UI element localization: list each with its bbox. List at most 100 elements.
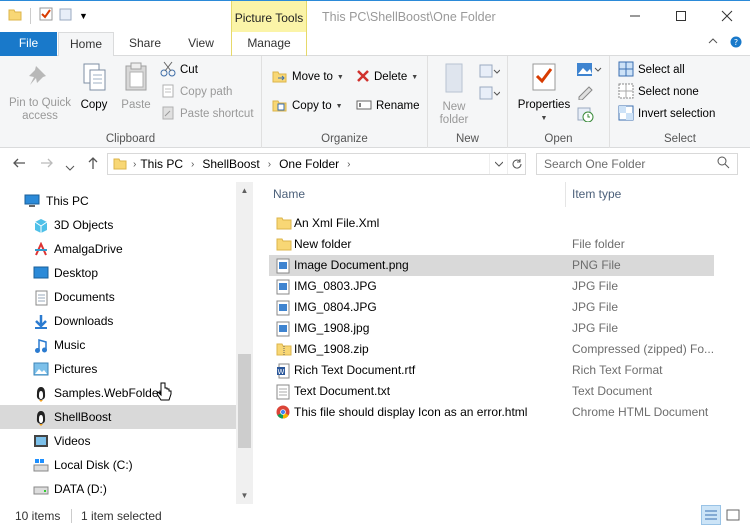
history-icon[interactable] <box>576 106 596 125</box>
nav-item-videos[interactable]: Videos <box>0 429 236 453</box>
image-file-icon <box>276 321 290 340</box>
scroll-down-arrow-icon[interactable]: ▼ <box>236 487 253 504</box>
breadcrumb-shellboost[interactable]: ShellBoost <box>202 157 259 171</box>
folder-icon[interactable] <box>8 7 22 24</box>
breadcrumb-chevron-icon[interactable]: › <box>191 159 194 170</box>
nav-label: Pictures <box>54 362 98 376</box>
new-folder-button[interactable]: New folder <box>434 62 474 127</box>
file-row[interactable]: New folder File folder <box>269 234 714 255</box>
new-item-icon[interactable] <box>478 62 501 83</box>
easy-access-icon[interactable] <box>478 84 501 105</box>
breadcrumb-chevron-icon[interactable]: › <box>268 159 271 170</box>
ribbon-tabs: File Home Share View Manage ? <box>0 32 750 57</box>
properties-button[interactable]: Properties ▼ <box>514 62 574 125</box>
nav-label: This PC <box>46 194 89 208</box>
tab-file[interactable]: File <box>0 32 57 56</box>
large-icons-view-button[interactable] <box>723 505 743 525</box>
file-name: IMG_0803.JPG <box>294 279 377 293</box>
nav-item-desktop[interactable]: Desktop <box>0 261 236 285</box>
column-header-item-type[interactable]: Item type <box>566 182 716 207</box>
group-new: New folder New <box>428 56 508 148</box>
nav-item-data-d[interactable]: DATA (D:) <box>0 477 236 501</box>
file-type: PNG File <box>572 258 621 272</box>
tab-manage[interactable]: Manage <box>231 32 307 56</box>
nav-label: Desktop <box>54 266 99 280</box>
scrollbar-thumb[interactable] <box>238 354 251 448</box>
select-all-button[interactable]: Select all <box>618 60 685 80</box>
column-header-name[interactable]: Name <box>258 182 566 207</box>
search-icon[interactable] <box>717 156 730 172</box>
breadcrumb-this-pc[interactable]: This PC <box>140 157 183 171</box>
copy-to-button[interactable]: Copy to ▼ <box>272 96 343 116</box>
open-image-icon[interactable] <box>576 62 602 81</box>
select-none-button[interactable]: Select none <box>618 82 699 102</box>
cut-button[interactable]: Cut <box>160 60 198 80</box>
group-clipboard: Pin to Quick access Copy Paste Cut Copy … <box>0 56 262 148</box>
nav-item-downloads[interactable]: Downloads <box>0 309 236 333</box>
nav-item-this-pc[interactable]: This PC <box>0 189 236 213</box>
nav-item-samples-webfolder[interactable]: Samples.WebFolder <box>0 381 236 405</box>
customize-toolbar-icon[interactable]: ▼ <box>79 11 88 21</box>
tab-share[interactable]: Share <box>117 32 173 56</box>
breadcrumb-chevron-icon[interactable]: › <box>347 159 350 170</box>
recent-locations-chevron-icon[interactable] <box>65 159 75 175</box>
properties-check-icon[interactable] <box>39 7 53 24</box>
forward-arrow-icon[interactable] <box>40 156 54 173</box>
nav-scrollbar[interactable]: ▲ ▼ <box>236 182 253 504</box>
group-select: Select all Select none Invert selection … <box>610 56 750 148</box>
address-history-chevron-icon[interactable] <box>489 154 507 174</box>
nav-item-pictures[interactable]: Pictures <box>0 357 236 381</box>
zip-folder-icon <box>276 342 292 359</box>
file-row[interactable]: IMG_0803.JPG JPG File <box>269 276 714 297</box>
details-view-button[interactable] <box>701 505 721 525</box>
file-row[interactable]: An Xml File.Xml <box>269 213 714 234</box>
back-arrow-icon[interactable] <box>12 156 26 173</box>
file-row[interactable]: IMG_1908.jpg JPG File <box>269 318 714 339</box>
breadcrumb-chevron-icon[interactable]: › <box>133 159 136 170</box>
search-input[interactable] <box>537 157 717 171</box>
tab-view[interactable]: View <box>175 32 227 56</box>
delete-button[interactable]: Delete ▼ <box>356 67 418 87</box>
file-row[interactable]: IMG_0804.JPG JPG File <box>269 297 714 318</box>
file-row[interactable]: Text Document.txt Text Document <box>269 381 714 402</box>
edit-icon[interactable] <box>576 84 596 103</box>
nav-item-3d-objects[interactable]: 3D Objects <box>0 213 236 237</box>
clipboard-group-label: Clipboard <box>105 133 156 145</box>
nav-item-amalgadrive[interactable]: AmalgaDrive <box>0 237 236 261</box>
rename-button[interactable]: Rename <box>356 96 419 116</box>
folder-icon <box>276 237 292 254</box>
invert-selection-label: Invert selection <box>638 108 716 120</box>
maximize-button[interactable] <box>658 1 704 31</box>
paste-shortcut-button[interactable]: Paste shortcut <box>160 104 254 124</box>
paste-button[interactable]: Paste <box>116 62 156 112</box>
copy-path-button[interactable]: Copy path <box>160 82 232 102</box>
file-row[interactable]: W Rich Text Document.rtf Rich Text Forma… <box>269 360 714 381</box>
folder-icon <box>113 156 127 173</box>
help-icon[interactable]: ? <box>730 36 742 51</box>
chrome-icon <box>276 405 290 422</box>
collapse-ribbon-icon[interactable] <box>708 36 718 51</box>
up-arrow-icon[interactable] <box>86 156 100 173</box>
move-to-button[interactable]: Move to ▼ <box>272 67 344 87</box>
nav-item-local-disk-c[interactable]: Local Disk (C:) <box>0 453 236 477</box>
scroll-up-arrow-icon[interactable]: ▲ <box>236 182 253 199</box>
select-all-icon <box>618 61 634 80</box>
tab-home[interactable]: Home <box>58 32 114 57</box>
address-bar[interactable]: › This PC › ShellBoost › One Folder › <box>107 153 526 175</box>
nav-item-shellboost[interactable]: ShellBoost <box>0 405 236 429</box>
nav-item-music[interactable]: Music <box>0 333 236 357</box>
file-name: Rich Text Document.rtf <box>294 363 416 377</box>
minimize-button[interactable] <box>612 1 658 31</box>
search-box[interactable] <box>536 153 738 175</box>
invert-selection-button[interactable]: Invert selection <box>618 104 715 124</box>
close-button[interactable] <box>704 1 750 31</box>
file-row-selected[interactable]: Image Document.png PNG File <box>269 255 714 276</box>
new-folder-icon[interactable] <box>59 7 73 24</box>
copy-button[interactable]: Copy <box>76 62 112 112</box>
breadcrumb-one-folder[interactable]: One Folder <box>279 157 339 171</box>
pin-to-quick-access-button[interactable]: Pin to Quick access <box>6 62 74 123</box>
refresh-icon[interactable] <box>507 154 525 174</box>
file-row[interactable]: This file should display Icon as an erro… <box>269 402 714 423</box>
file-row[interactable]: IMG_1908.zip Compressed (zipped) Fo... <box>269 339 714 360</box>
nav-item-documents[interactable]: Documents <box>0 285 236 309</box>
